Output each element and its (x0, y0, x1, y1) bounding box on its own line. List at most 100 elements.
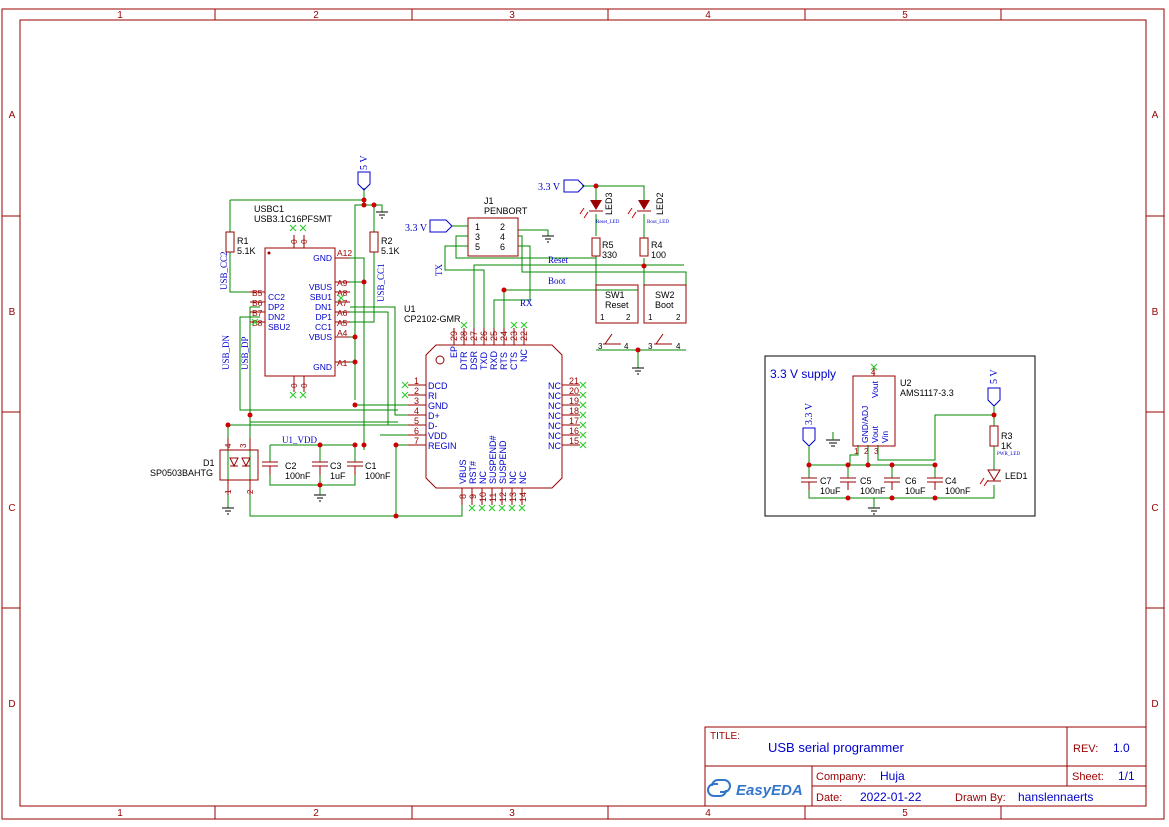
row-label-right-a: A (1152, 110, 1159, 121)
col-label-top-4: 4 (705, 10, 711, 21)
u1-pin-num-17: 17 (569, 416, 579, 426)
switch-sw2: SW2 Boot 1 2 3 4 (643, 284, 687, 351)
u1-pin-name-27: DSR (469, 350, 479, 370)
u1-pin-name-20: NC (548, 391, 561, 401)
usbc1-shield-pin-3: 0 (289, 383, 299, 388)
switch-sw1: SW1 Reset 1 2 3 4 (595, 284, 639, 351)
u1-pin-num-14: 14 (518, 492, 528, 502)
sheet-label: Sheet: (1072, 771, 1104, 783)
row-label-left-a: A (9, 110, 16, 121)
net-flag-5v (357, 171, 371, 191)
usbc1-pin-num-a5: A5 (337, 318, 348, 328)
net-flag-3v3-j1 (429, 219, 453, 233)
header-j1: J1 PENBORT 1 2 3 4 5 6 (467, 196, 528, 257)
u1-pin-num-11: 11 (488, 493, 498, 502)
usbc1-ref: USBC1 (254, 204, 284, 214)
usbc1-pin-name-b6: DP2 (268, 302, 285, 312)
net-flag-3v3-supply (802, 427, 816, 447)
col-label-bottom-4: 4 (705, 808, 711, 819)
u1-pin-num-8: 8 (458, 494, 468, 499)
gnd-symbol-j1 (542, 235, 554, 243)
c1-ref: C1 (365, 461, 377, 471)
gnd-symbol-switches (632, 367, 644, 375)
net-label-reset: Reset (548, 255, 568, 265)
gnd-symbol-u2 (826, 439, 840, 447)
u2-pin-num-2: 2 (864, 447, 869, 456)
sw1-pin-2: 2 (626, 313, 631, 322)
drawn-by-label: Drawn By: (955, 792, 1006, 804)
col-label-bottom-3: 3 (509, 808, 515, 819)
u1-pin-num-28: 28 (459, 331, 469, 341)
led2-ref: LED2 (655, 192, 665, 215)
r3-tag: PWR_LED (997, 452, 1020, 457)
gnd-symbol-caps (314, 494, 326, 502)
u1-pin-name-4: D+ (428, 411, 440, 421)
net-label-usb-cc1: USB_CC1 (376, 263, 386, 302)
u2-pin-num-4: 4 (871, 368, 876, 377)
col-label-top-1: 1 (117, 10, 123, 21)
ic-u1: U1 CP2102-GMR DCD RI GND D+ D- VDD REGIN… (404, 304, 580, 505)
j1-pin-1: 1 (475, 222, 480, 232)
net-flag-3v3-led (563, 179, 585, 193)
col-label-top-5: 5 (902, 10, 908, 21)
net-label-u1-vdd: U1_VDD (282, 435, 317, 445)
gnd-symbol-supply (868, 507, 880, 515)
power-symbols (357, 171, 1001, 447)
usbc1-pin-num-a12: A12 (337, 248, 352, 258)
row-label-left-c: C (8, 503, 15, 514)
d1-pin-1: 1 (224, 489, 233, 494)
u1-pin-name-2: RI (428, 391, 437, 401)
led2-tag: Boot_LED (647, 220, 669, 225)
date-value: 2022-01-22 (860, 790, 922, 804)
u1-pin-name-7: REGIN (428, 441, 457, 451)
u1-pin-name-12: SUSPEND (498, 440, 508, 484)
net-flag-5v-supply (987, 387, 1001, 407)
u1-pin-num-13: 13 (508, 492, 518, 502)
u1-pin-name-29: EP (449, 346, 459, 358)
company-value: Huja (880, 769, 905, 783)
led3-ref: LED3 (604, 192, 614, 215)
r1-ref: R1 (237, 236, 249, 246)
col-label-top-2: 2 (313, 10, 319, 21)
u2-pin-name-2: Vout (870, 425, 880, 443)
sw2-pin-1: 1 (648, 313, 653, 322)
usbc1-shield-pin-4: 0 (299, 383, 309, 388)
c4-value: 100nF (945, 486, 971, 496)
net-label-3v3-supply: 3.3 V (804, 402, 815, 425)
u1-pin-num-29: 29 (449, 331, 459, 341)
u1-pin-num-22: 22 (519, 331, 529, 341)
usbc1-pin-num-b6: B6 (252, 298, 263, 308)
sw1-pin-3: 3 (598, 342, 603, 351)
usbc1-pin-num-a1: A1 (337, 358, 348, 368)
sw2-value: Boot (655, 300, 674, 310)
u1-pin-name-18: NC (548, 411, 561, 421)
u1-pin-num-18: 18 (569, 406, 579, 416)
led-led3: LED3 Reset_LED (579, 192, 620, 225)
rev-value: 1.0 (1113, 741, 1130, 755)
u1-pin-name-24: RTS (499, 352, 509, 370)
usbc1-connector: USBC1 USB3.1C16PFSMT GND VBUS SBU1 DN1 D… (250, 204, 352, 392)
sw2-pin-3: 3 (648, 342, 653, 351)
u1-pin-name-22: NC (519, 349, 529, 362)
col-label-bottom-1: 1 (117, 808, 123, 819)
u1-pin-name-9: RST# (468, 461, 478, 484)
led3-tag: Reset_LED (596, 220, 620, 225)
sw2-pin-4: 4 (676, 342, 681, 351)
row-label-left-b: B (9, 307, 16, 318)
gnd-symbol-d1 (222, 507, 234, 515)
r4-ref: R4 (651, 240, 663, 250)
row-label-right-b: B (1152, 307, 1159, 318)
sw1-ref: SW1 (605, 290, 625, 300)
u1-pin-name-1: DCD (428, 381, 448, 391)
j1-pin-2: 2 (500, 222, 505, 232)
usbc1-pin-name-b8: SBU2 (268, 322, 290, 332)
u1-pin-num-10: 10 (478, 492, 488, 502)
net-label-3v3-j1: 3.3 V (405, 223, 428, 234)
j1-pin-6: 6 (500, 242, 505, 252)
u2-pin-name-3: Vin (880, 431, 890, 443)
r5-ref: R5 (602, 240, 614, 250)
tvs-array-d1: D1 SP0503BAHTG 1 2 3 4 (150, 438, 259, 495)
led-led2: LED2 Boot_LED (627, 192, 669, 225)
c6-value: 10uF (905, 486, 926, 496)
r3-value: 1K (1001, 441, 1012, 451)
